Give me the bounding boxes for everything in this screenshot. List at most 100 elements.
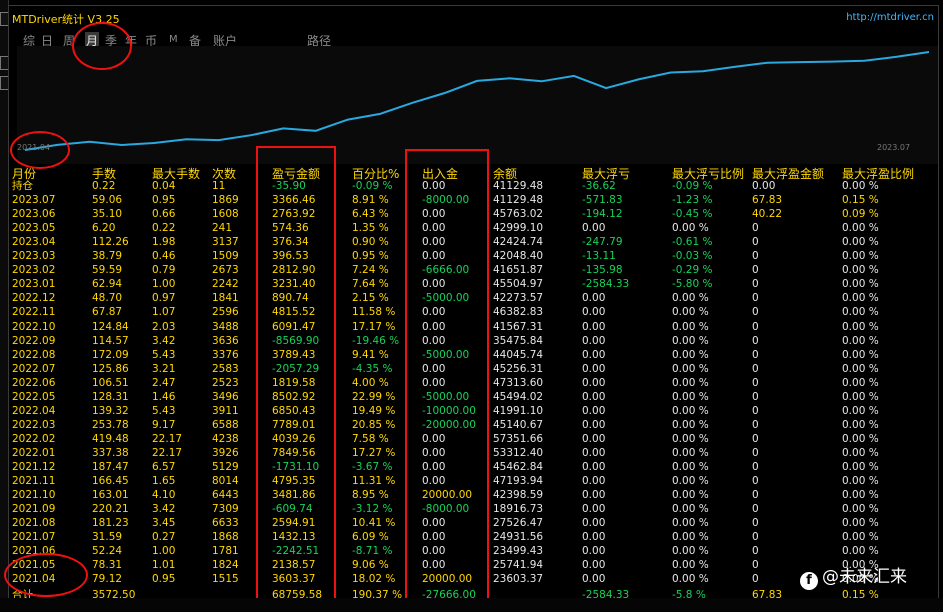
table-cell-maxfppct: 0.00 % [842,545,879,558]
row-month-label[interactable]: 2022.07 [12,362,55,376]
table-cell-balance: 41129.48 [493,194,544,207]
bottom-strip [0,598,943,612]
table-cell-count: 6588 [212,418,239,431]
table-cell-maxlots: 3.42 [152,503,176,516]
table-cell-count: 3636 [212,334,239,347]
table-cell-maxddpct: 0.00 % [672,489,709,502]
table-cell-maxddpct: -0.29 % [672,264,713,277]
table-cell-balance: 47193.94 [493,475,544,488]
row-month-label[interactable]: 2021.10 [12,488,55,502]
row-month-label[interactable]: 2022.09 [12,334,55,348]
table-cell-lots: 112.26 [92,236,129,249]
table-cell-maxfppct: 0.00 % [842,180,879,192]
table-cell-maxfp: 0 [752,306,759,319]
row-month-label[interactable]: 2022.02 [12,432,55,446]
table-cell-pct: 19.49 % [352,404,396,417]
table-cell-count: 6633 [212,517,239,530]
table-cell-maxfp: 0 [752,362,759,375]
table-cell-maxfp: 0 [752,559,759,572]
table-cell-maxlots: 0.95 [152,194,176,207]
row-month-label[interactable]: 2023.07 [12,193,55,207]
row-month-label[interactable]: 2022.10 [12,320,55,334]
table-cell-maxdd: 0.00 [582,517,606,530]
table-cell-balance: 24931.56 [493,531,544,544]
table-cell-pct: 22.99 % [352,390,396,403]
table-cell-maxddpct: 0.00 % [672,446,709,459]
table-cell-maxddpct: -0.09 % [672,180,713,192]
row-month-label[interactable]: 2022.06 [12,376,55,390]
table-cell-balance: 46382.83 [493,306,544,319]
table-cell-maxfppct: 0.00 % [842,446,879,459]
watermark: f @未来汇来 [800,562,907,590]
row-month-label[interactable]: 2023.06 [12,207,55,221]
table-cell-maxdd: 0.00 [582,545,606,558]
table-cell-pct: 8.95 % [352,489,389,502]
table-cell-maxddpct: 0.00 % [672,517,709,530]
table-cell-balance: 41567.31 [493,320,544,333]
table-cell-count: 2523 [212,376,239,389]
row-month-label[interactable]: 2023.03 [12,249,55,263]
table-cell-pct: 7.58 % [352,432,389,445]
annotation-box-pnl [256,146,336,602]
row-month-label[interactable]: 2021.11 [12,474,55,488]
website-link[interactable]: http://mtdriver.cn [846,12,934,23]
row-month-label[interactable]: 2022.01 [12,446,55,460]
row-month-label[interactable]: 2021.08 [12,516,55,530]
row-month-label[interactable]: 2023.02 [12,263,55,277]
table-cell-maxlots: 1.46 [152,390,176,403]
table-cell-maxddpct: 0.00 % [672,306,709,319]
table-cell-maxfp: 0 [752,390,759,403]
annotation-circle-first-months [4,553,88,597]
annotation-circle-start-date [10,131,70,169]
table-cell-maxlots: 22.17 [152,446,183,459]
table-cell-maxfppct: 0.00 % [842,503,879,516]
table-cell-lots: 67.87 [92,306,123,319]
row-month-label[interactable]: 2022.05 [12,390,55,404]
table-cell-maxfppct: 0.00 % [842,517,879,530]
table-cell-maxlots: 0.79 [152,264,176,277]
table-cell-maxfp: 0 [752,461,759,473]
table-cell-pct: 17.17 % [352,320,396,333]
row-month-label[interactable]: 2022.12 [12,291,55,305]
tab-7[interactable]: M [169,34,178,45]
table-cell-lots: 52.24 [92,545,123,558]
table-cell-maxfppct: 0.15 % [842,194,879,207]
row-month-label[interactable]: 2023.04 [12,235,55,249]
row-month-label[interactable]: 2022.11 [12,305,55,319]
table-cell-maxfppct: 0.00 % [842,489,879,502]
app-screen: MTDriver统计 V3.25 http://mtdriver.cn 综日周月… [0,0,943,612]
row-month-label[interactable]: 2023.01 [12,277,55,291]
table-cell-pct: 2.15 % [352,292,389,305]
table-cell-maxfp: 0 [752,446,759,459]
row-month-label[interactable]: 持仓 [12,179,33,193]
title-bar: MTDriver统计 V3.25 http://mtdriver.cn [9,6,938,28]
table-cell-count: 2583 [212,362,239,375]
table-cell-maxdd: 0.00 [582,390,606,403]
table-cell-maxddpct: 0.00 % [672,348,709,361]
row-month-label[interactable]: 2021.07 [12,530,55,544]
table-cell-lots: 78.31 [92,559,123,572]
row-month-label[interactable]: 2022.04 [12,404,55,418]
row-month-label[interactable]: 2023.05 [12,221,55,235]
table-cell-pct: 20.85 % [352,418,396,431]
table-cell-pct: 11.58 % [352,306,396,319]
table-cell-count: 3926 [212,446,239,459]
table-cell-maxlots: 6.57 [152,461,176,473]
table-cell-balance: 41651.87 [493,264,544,277]
table-cell-lots: 124.84 [92,320,129,333]
row-month-label[interactable]: 2021.09 [12,502,55,516]
table-cell-maxdd: -571.83 [582,194,623,207]
table-cell-pct: 7.64 % [352,278,389,291]
table-cell-lots: 337.38 [92,446,129,459]
balance-chart-svg [24,51,930,151]
table-cell-maxfppct: 0.00 % [842,236,879,249]
row-month-label[interactable]: 2021.12 [12,460,55,474]
table-cell-maxlots: 1.00 [152,278,176,291]
table-cell-pct: 7.24 % [352,264,389,277]
row-month-label[interactable]: 2022.08 [12,348,55,362]
table-cell-pct: 11.31 % [352,475,396,488]
watermark-text: @未来汇来 [822,567,907,587]
table-cell-pct: -8.71 % [352,545,393,558]
table-cell-maxlots: 3.45 [152,517,176,530]
row-month-label[interactable]: 2022.03 [12,418,55,432]
